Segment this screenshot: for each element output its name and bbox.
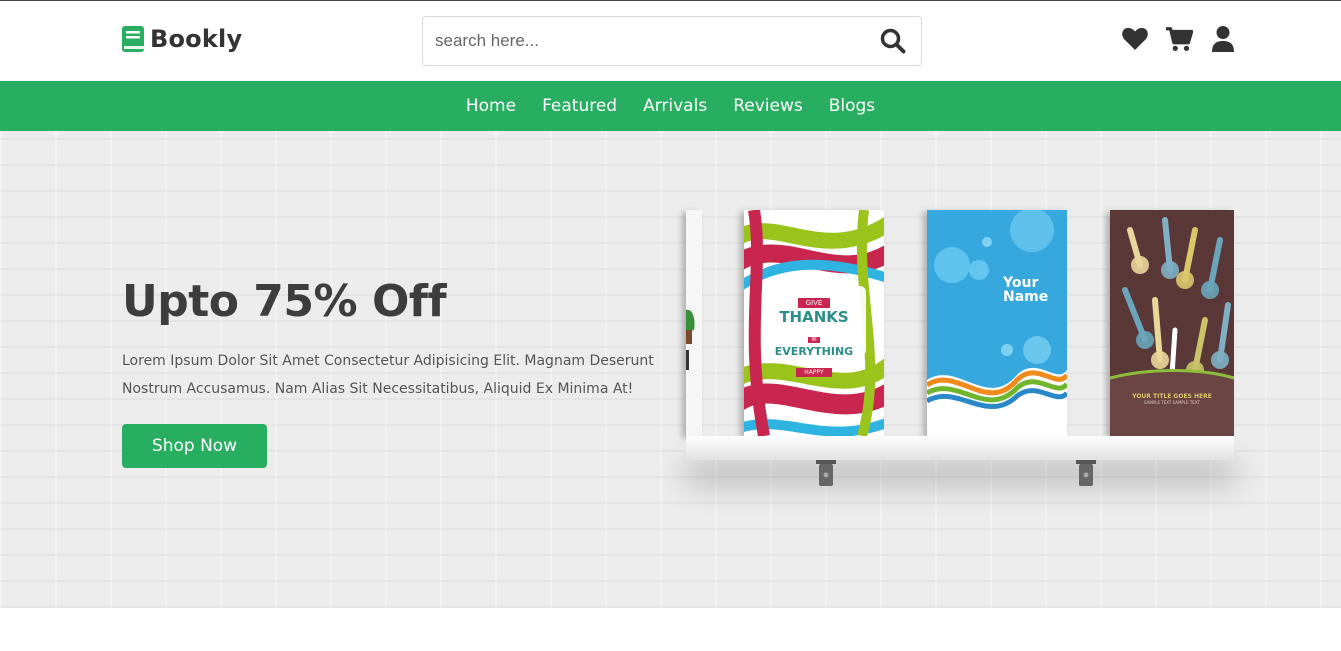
search-icon: [880, 28, 906, 54]
header-icons: [1121, 25, 1237, 53]
shop-now-button[interactable]: Shop Now: [122, 424, 267, 468]
hero-description: Lorem Ipsum Dolor Sit Amet Consectetur A…: [122, 353, 654, 397]
book-cover-text: GIVE: [797, 298, 831, 308]
brand-name: Bookly: [150, 25, 243, 53]
nav-blogs[interactable]: Blogs: [816, 96, 888, 116]
book-cover-partial[interactable]: [686, 210, 702, 436]
book-cover-art: [927, 210, 1067, 436]
book-title-block: GIVE THANKS IN EVERYTHING HAPPY: [764, 290, 864, 378]
logo[interactable]: Bookly: [122, 25, 242, 53]
shelf-board: [686, 436, 1234, 460]
main-navbar: Home Featured Arrivals Reviews Blogs: [0, 81, 1341, 131]
shelf-bracket: [1076, 460, 1096, 486]
book-cover-text: SAMPLE TEXT SAMPLE TEXT: [1144, 400, 1200, 405]
nav-reviews[interactable]: Reviews: [720, 96, 816, 116]
book-cover[interactable]: YOUR TITLE GOES HERE SAMPLE TEXT SAMPLE …: [1110, 210, 1234, 436]
account-button[interactable]: [1209, 25, 1237, 53]
nav-home[interactable]: Home: [453, 96, 529, 116]
heart-icon: [1122, 27, 1148, 50]
book-title-block: Your Name: [1003, 276, 1048, 304]
book-shelf-slider: GIVE THANKS IN EVERYTHING HAPPY Your Nam…: [686, 207, 1234, 547]
shelf-bracket: [816, 460, 836, 486]
book-icon: [122, 26, 144, 52]
header: Bookly: [0, 1, 1341, 81]
book-cover-text: HAPPY: [796, 368, 832, 377]
book-cover-text: YOUR TITLE GOES HERE: [1132, 393, 1212, 400]
book-cover-text: Your: [1003, 275, 1039, 291]
cart-icon: [1165, 27, 1193, 51]
nav-featured[interactable]: Featured: [529, 96, 630, 116]
book-cover[interactable]: Your Name: [927, 210, 1067, 436]
search-box: [422, 16, 922, 66]
book-cover-text: IN: [808, 337, 820, 343]
book-cover[interactable]: GIVE THANKS IN EVERYTHING HAPPY: [744, 210, 884, 436]
nav-arrivals[interactable]: Arrivals: [630, 96, 720, 116]
book-cover-text: EVERYTHING: [774, 345, 854, 358]
book-cover-text: THANKS: [779, 308, 849, 326]
search-input[interactable]: [423, 17, 865, 65]
search-button[interactable]: [865, 17, 921, 65]
cart-button[interactable]: [1165, 25, 1193, 53]
hero-title: Upto 75% Off: [122, 276, 447, 327]
wishlist-button[interactable]: [1121, 25, 1149, 53]
hero-banner: Upto 75% Off Lorem Ipsum Dolor Sit Amet …: [0, 131, 1341, 608]
book-partial-art: [686, 210, 702, 436]
book-cover-text: Name: [1003, 289, 1049, 305]
book-title-block: YOUR TITLE GOES HERE SAMPLE TEXT SAMPLE …: [1110, 393, 1234, 405]
user-icon: [1212, 26, 1234, 52]
